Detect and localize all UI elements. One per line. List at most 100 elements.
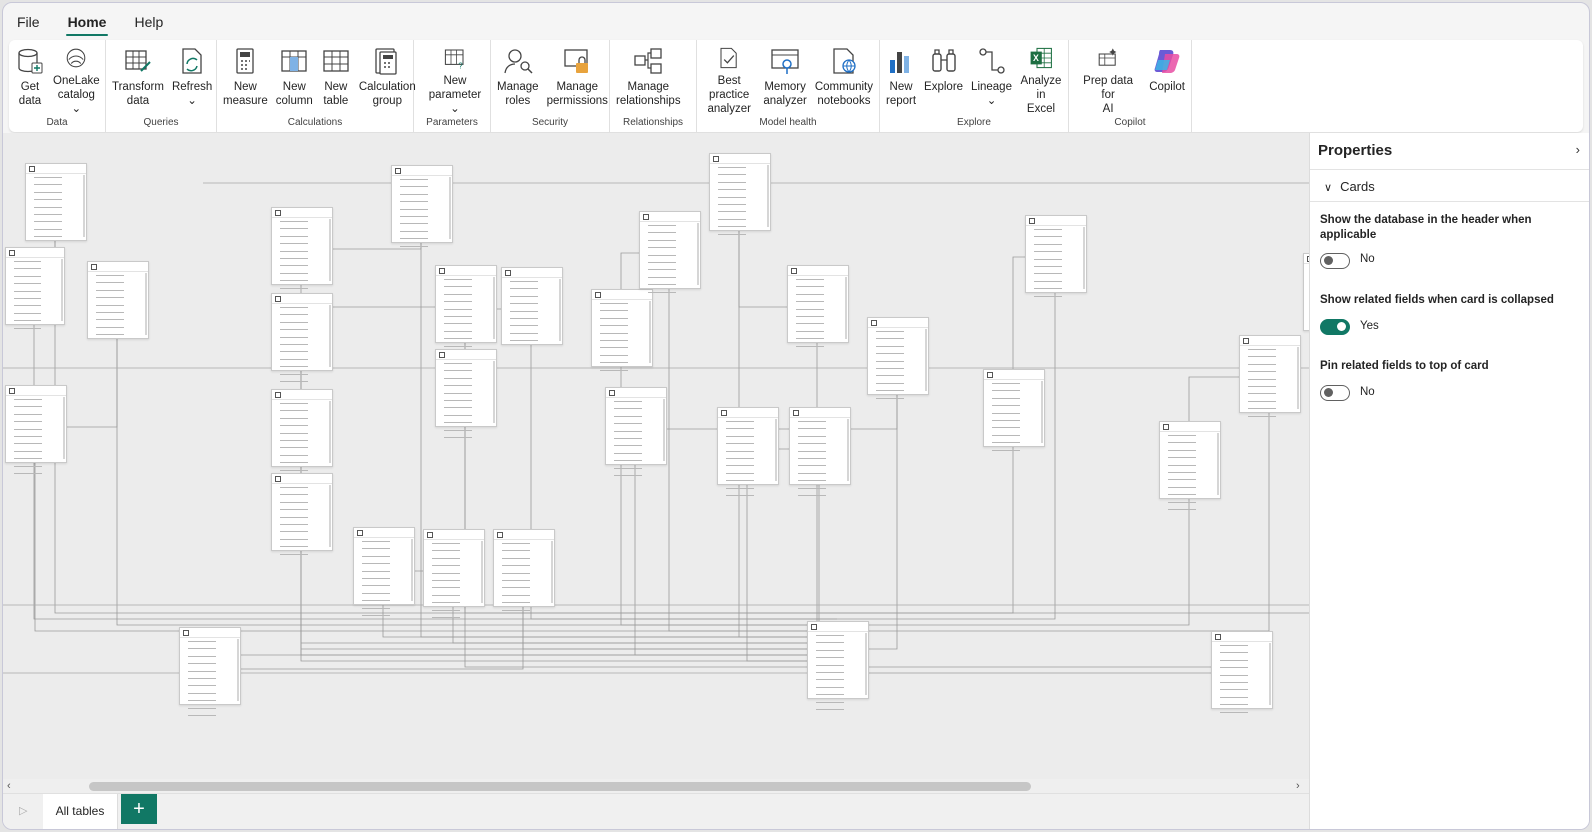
card-scrollbar[interactable] bbox=[1083, 227, 1085, 289]
table-field-row[interactable] bbox=[726, 440, 773, 447]
table-card-header[interactable] bbox=[868, 318, 928, 328]
table-field-row[interactable] bbox=[600, 307, 647, 314]
table-field-row[interactable] bbox=[1248, 361, 1295, 368]
table-field-row[interactable] bbox=[796, 276, 843, 283]
table-field-row[interactable] bbox=[816, 662, 863, 669]
table-field-row[interactable] bbox=[280, 437, 327, 444]
card-scrollbar[interactable] bbox=[649, 301, 651, 363]
table-field-row[interactable] bbox=[1034, 226, 1081, 233]
table-card[interactable] bbox=[787, 265, 849, 347]
table-field-row[interactable] bbox=[1220, 701, 1267, 708]
calculation-group-button[interactable]: Calculation group bbox=[355, 44, 420, 116]
table-field-row[interactable] bbox=[96, 324, 143, 331]
table-field-row[interactable] bbox=[444, 427, 491, 434]
table-field-row[interactable] bbox=[726, 425, 773, 432]
table-field-row[interactable] bbox=[798, 462, 845, 469]
table-card[interactable] bbox=[391, 165, 453, 247]
table-card[interactable] bbox=[179, 627, 241, 717]
table-card-header[interactable] bbox=[640, 212, 700, 222]
table-field-row[interactable] bbox=[444, 313, 491, 320]
table-field-row[interactable] bbox=[798, 492, 845, 499]
card-scrollbar[interactable] bbox=[481, 541, 483, 603]
table-field-row[interactable] bbox=[280, 400, 327, 407]
table-field-row[interactable] bbox=[726, 462, 773, 469]
table-field-row[interactable] bbox=[1034, 278, 1081, 285]
table-card-header[interactable] bbox=[88, 262, 148, 272]
table-field-row[interactable] bbox=[1248, 383, 1295, 390]
table-card[interactable] bbox=[271, 207, 333, 297]
table-field-row[interactable] bbox=[14, 295, 59, 302]
table-field-row[interactable] bbox=[34, 189, 81, 196]
table-field-row[interactable] bbox=[510, 322, 557, 329]
table-field-row[interactable] bbox=[14, 403, 61, 410]
table-field-row[interactable] bbox=[14, 317, 59, 324]
table-field-row[interactable] bbox=[798, 455, 845, 462]
table-field-row[interactable] bbox=[876, 380, 923, 387]
menu-home[interactable]: Home bbox=[54, 3, 121, 39]
table-card-header[interactable] bbox=[354, 528, 414, 538]
table-field-row[interactable] bbox=[444, 276, 491, 283]
table-field-row[interactable] bbox=[510, 315, 557, 322]
table-field-row[interactable] bbox=[444, 328, 491, 335]
table-field-row[interactable] bbox=[432, 584, 479, 591]
scrollbar-thumb[interactable] bbox=[89, 782, 1031, 791]
table-field-row[interactable] bbox=[432, 592, 479, 599]
horizontal-scrollbar[interactable]: ‹ › bbox=[3, 779, 1309, 793]
table-card-header[interactable] bbox=[1160, 422, 1220, 432]
table-field-row[interactable] bbox=[726, 470, 773, 477]
table-field-row[interactable] bbox=[14, 411, 61, 418]
table-card[interactable] bbox=[1239, 335, 1301, 417]
table-field-row[interactable] bbox=[726, 418, 773, 425]
table-field-row[interactable] bbox=[816, 654, 863, 661]
table-field-row[interactable] bbox=[1168, 491, 1215, 498]
table-field-row[interactable] bbox=[14, 310, 59, 317]
table-field-row[interactable] bbox=[444, 335, 491, 342]
onelake-catalog-button[interactable]: OneLake catalog ⌄ bbox=[49, 44, 104, 116]
tab-all-tables[interactable]: All tables bbox=[43, 794, 118, 829]
card-scrollbar[interactable] bbox=[329, 485, 331, 547]
table-field-row[interactable] bbox=[718, 164, 765, 171]
table-field-row[interactable] bbox=[502, 555, 549, 562]
table-field-row[interactable] bbox=[280, 452, 327, 459]
table-field-row[interactable] bbox=[280, 430, 327, 437]
table-field-row[interactable] bbox=[14, 258, 59, 265]
table-field-row[interactable] bbox=[280, 304, 327, 311]
table-field-row[interactable] bbox=[96, 302, 143, 309]
table-field-row[interactable] bbox=[1034, 293, 1081, 300]
table-card-header[interactable] bbox=[436, 350, 496, 360]
table-field-row[interactable] bbox=[280, 444, 327, 451]
table-field-row[interactable] bbox=[600, 315, 647, 322]
table-field-row[interactable] bbox=[502, 577, 549, 584]
table-field-row[interactable] bbox=[796, 291, 843, 298]
table-field-row[interactable] bbox=[648, 252, 695, 259]
table-field-row[interactable] bbox=[444, 291, 491, 298]
table-field-row[interactable] bbox=[14, 463, 61, 470]
table-field-row[interactable] bbox=[444, 404, 491, 411]
table-field-row[interactable] bbox=[502, 570, 549, 577]
table-card-header[interactable] bbox=[718, 408, 778, 418]
table-card-header[interactable] bbox=[788, 266, 848, 276]
new-parameter-button[interactable]: ? New parameter ⌄ bbox=[416, 44, 488, 116]
table-field-row[interactable] bbox=[34, 233, 81, 240]
table-field-row[interactable] bbox=[614, 442, 661, 449]
table-field-row[interactable] bbox=[1034, 263, 1081, 270]
table-field-row[interactable] bbox=[796, 298, 843, 305]
table-field-row[interactable] bbox=[614, 457, 661, 464]
table-field-row[interactable] bbox=[1248, 390, 1295, 397]
table-field-row[interactable] bbox=[510, 300, 557, 307]
table-field-row[interactable] bbox=[280, 407, 327, 414]
card-scrollbar[interactable] bbox=[847, 419, 849, 481]
new-column-button[interactable]: New column bbox=[272, 44, 317, 116]
table-field-row[interactable] bbox=[600, 330, 647, 337]
table-field-row[interactable] bbox=[14, 433, 61, 440]
table-field-row[interactable] bbox=[432, 577, 479, 584]
table-field-row[interactable] bbox=[876, 343, 923, 350]
table-field-row[interactable] bbox=[444, 360, 491, 367]
table-field-row[interactable] bbox=[188, 653, 235, 660]
table-field-row[interactable] bbox=[362, 553, 409, 560]
card-scrollbar[interactable] bbox=[1041, 381, 1043, 443]
table-field-row[interactable] bbox=[816, 706, 863, 713]
table-field-row[interactable] bbox=[718, 194, 765, 201]
table-field-row[interactable] bbox=[718, 208, 765, 215]
table-field-row[interactable] bbox=[280, 484, 327, 491]
